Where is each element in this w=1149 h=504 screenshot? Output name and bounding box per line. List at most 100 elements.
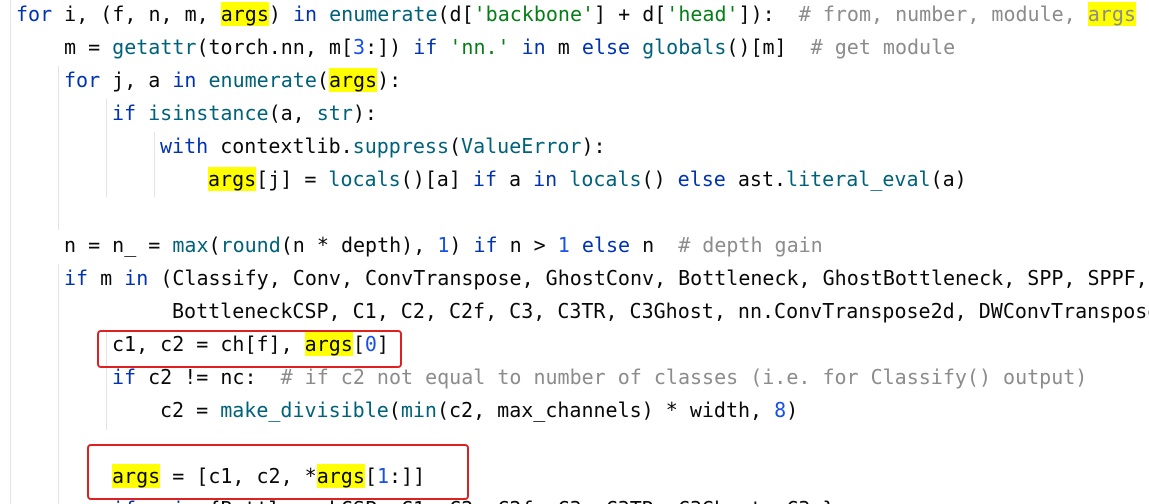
indent-guide (58, 66, 59, 230)
code-token: (a) (930, 167, 967, 191)
code-token: 8 (774, 398, 787, 422)
code-token: ) (449, 233, 474, 257)
code-token: ): (352, 101, 377, 125)
code-line[interactable]: args[j] = locals()[a] if a in locals() e… (208, 163, 967, 196)
code-token: locals (328, 167, 401, 191)
code-token: m (545, 35, 582, 59)
code-token: [j] = (256, 167, 329, 191)
code-token: ast. (725, 167, 787, 191)
code-token: n (630, 233, 679, 257)
code-token: 'nn.' (449, 35, 510, 59)
code-token: 'backbone' (473, 2, 595, 26)
code-token: str (316, 101, 353, 125)
code-line[interactable]: for i, (f, n, m, args) in enumerate(d['b… (16, 0, 1136, 31)
code-token: else (581, 35, 631, 59)
code-token: (c2, max_channels) * width, (436, 398, 775, 422)
code-token: contextlib. (208, 134, 353, 158)
code-line[interactable]: m = getattr(torch.nn, m[3:]) if 'nn.' in… (64, 31, 955, 64)
code-token: max (172, 233, 209, 257)
code-token: round (220, 233, 281, 257)
code-token: ): (581, 134, 606, 158)
code-token: (d[ (437, 2, 474, 26)
code-token: (torch.nn, m[ (196, 35, 354, 59)
code-token: ) (268, 2, 293, 26)
code-token: (a, (268, 101, 317, 125)
code-line[interactable]: BottleneckCSP, C1, C2, C2f, C3, C3TR, C3… (172, 295, 1149, 328)
code-token: make_divisible (220, 398, 389, 422)
code-token: if (472, 167, 498, 191)
code-token: 1 (437, 233, 450, 257)
code-token: # from, number, module, (798, 2, 1088, 26)
code-line[interactable]: with contextlib.suppress(ValueError): (160, 130, 606, 163)
code-token: suppress (352, 134, 449, 158)
code-token: enumerate (329, 2, 438, 26)
code-token: args (328, 68, 378, 92)
code-token: min (400, 398, 437, 422)
code-token: n = n_ = (64, 233, 173, 257)
code-token: BottleneckCSP, C1, C2, C2f, C3, C3TR, C3… (172, 299, 1149, 323)
code-token: ): (377, 68, 402, 92)
code-token: in (521, 35, 546, 59)
code-token: (Classify, Conv, ConvTranspose, GhostCon… (160, 266, 1148, 290)
code-token: getattr (112, 35, 197, 59)
code-token: with (160, 134, 209, 158)
code-token: in (124, 266, 149, 290)
code-token: 3 (353, 35, 366, 59)
code-token: if (473, 233, 498, 257)
code-token: if (64, 266, 89, 290)
code-token: ] + d[ (594, 2, 667, 26)
code-token: if (413, 35, 438, 59)
code-token: args (1087, 2, 1136, 26)
code-token: ( (316, 68, 329, 92)
code-token: m (88, 266, 125, 290)
code-token: 'head' (666, 2, 739, 26)
code-token: m = (64, 35, 113, 59)
code-token: in (292, 2, 318, 26)
code-line[interactable]: n = n_ = max(round(n * depth), 1) if n >… (64, 229, 823, 262)
code-token: args (220, 2, 269, 26)
code-token: ( (208, 233, 221, 257)
code-token: ) (786, 398, 799, 422)
code-line[interactable]: if isinstance(a, str): (112, 97, 377, 130)
indent-guide (154, 132, 155, 197)
code-token: locals (569, 167, 642, 191)
code-token: enumerate (208, 68, 317, 92)
code-token: if (112, 365, 137, 389)
code-token: literal_eval (786, 167, 931, 191)
code-token: # get module (810, 35, 956, 59)
code-editor[interactable]: for i, (f, n, m, args) in enumerate(d['b… (0, 0, 1149, 504)
code-token: in (533, 167, 558, 191)
code-line[interactable]: c2 = make_divisible(min(c2, max_channels… (160, 394, 798, 427)
code-token: ( (449, 134, 462, 158)
code-token: # if c2 not equal to number of classes (… (280, 365, 1088, 389)
annotation-box-args-assignment (87, 444, 469, 500)
code-token: c2 = (160, 398, 221, 422)
code-token: for (16, 2, 53, 26)
code-token: args (208, 167, 257, 191)
code-line[interactable]: if m in (Classify, Conv, ConvTranspose, … (64, 262, 1149, 295)
code-token: ValueError (461, 134, 582, 158)
code-token: 1 (557, 233, 570, 257)
code-token: a (497, 167, 534, 191)
indent-guide (106, 99, 107, 197)
code-line[interactable]: for j, a in enumerate(args): (64, 64, 401, 97)
code-token: globals (642, 35, 727, 59)
code-token: in (172, 68, 197, 92)
code-token: ]): (738, 2, 799, 26)
code-token: # depth gain (678, 233, 823, 257)
code-token: ()[m] (726, 35, 811, 59)
code-token: if (112, 101, 137, 125)
code-token: for (64, 68, 101, 92)
code-token: c2 != nc: (136, 365, 281, 389)
code-token: else (581, 233, 631, 257)
annotation-box-c1-c2 (97, 330, 402, 368)
code-token: :]) (365, 35, 414, 59)
